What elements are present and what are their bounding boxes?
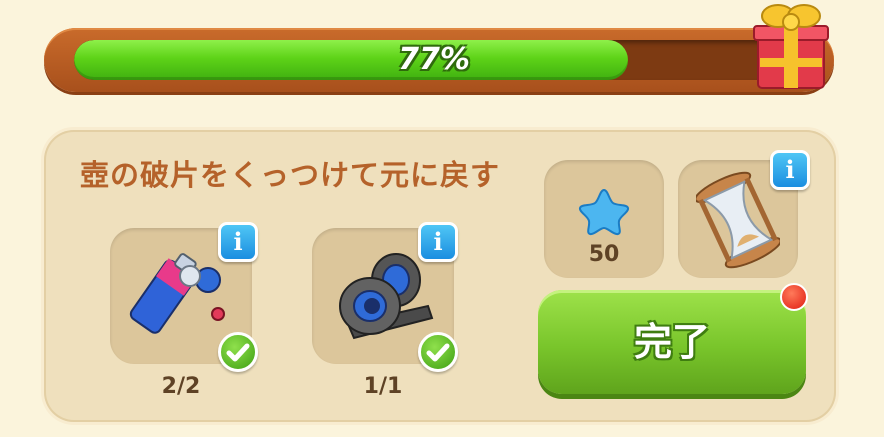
reward-slot-star[interactable]: 50 (544, 160, 664, 278)
item-count-duct-tape: 1/1 (363, 374, 403, 399)
complete-button[interactable]: 完了 (538, 290, 806, 394)
item-complete-check-icon (218, 332, 258, 372)
progress-percent-label: 77% (398, 42, 470, 77)
item-info-button-duct-tape[interactable]: i (418, 222, 458, 262)
item-complete-check-icon (418, 332, 458, 372)
reward-amount: 50 (588, 242, 620, 267)
hourglass-icon (696, 171, 780, 269)
reward-info-button[interactable]: i (770, 150, 810, 190)
task-title: 壺の破片をくっつけて元に戻す (80, 158, 501, 192)
item-count-glue: 2/2 (161, 374, 201, 399)
gift-box-icon[interactable] (748, 0, 832, 92)
blue-star-icon (578, 188, 630, 236)
notification-dot-icon (780, 283, 808, 311)
item-info-button-glue[interactable]: i (218, 222, 258, 262)
glue-tube-icon (129, 253, 225, 334)
duct-tape-icon (339, 253, 434, 340)
